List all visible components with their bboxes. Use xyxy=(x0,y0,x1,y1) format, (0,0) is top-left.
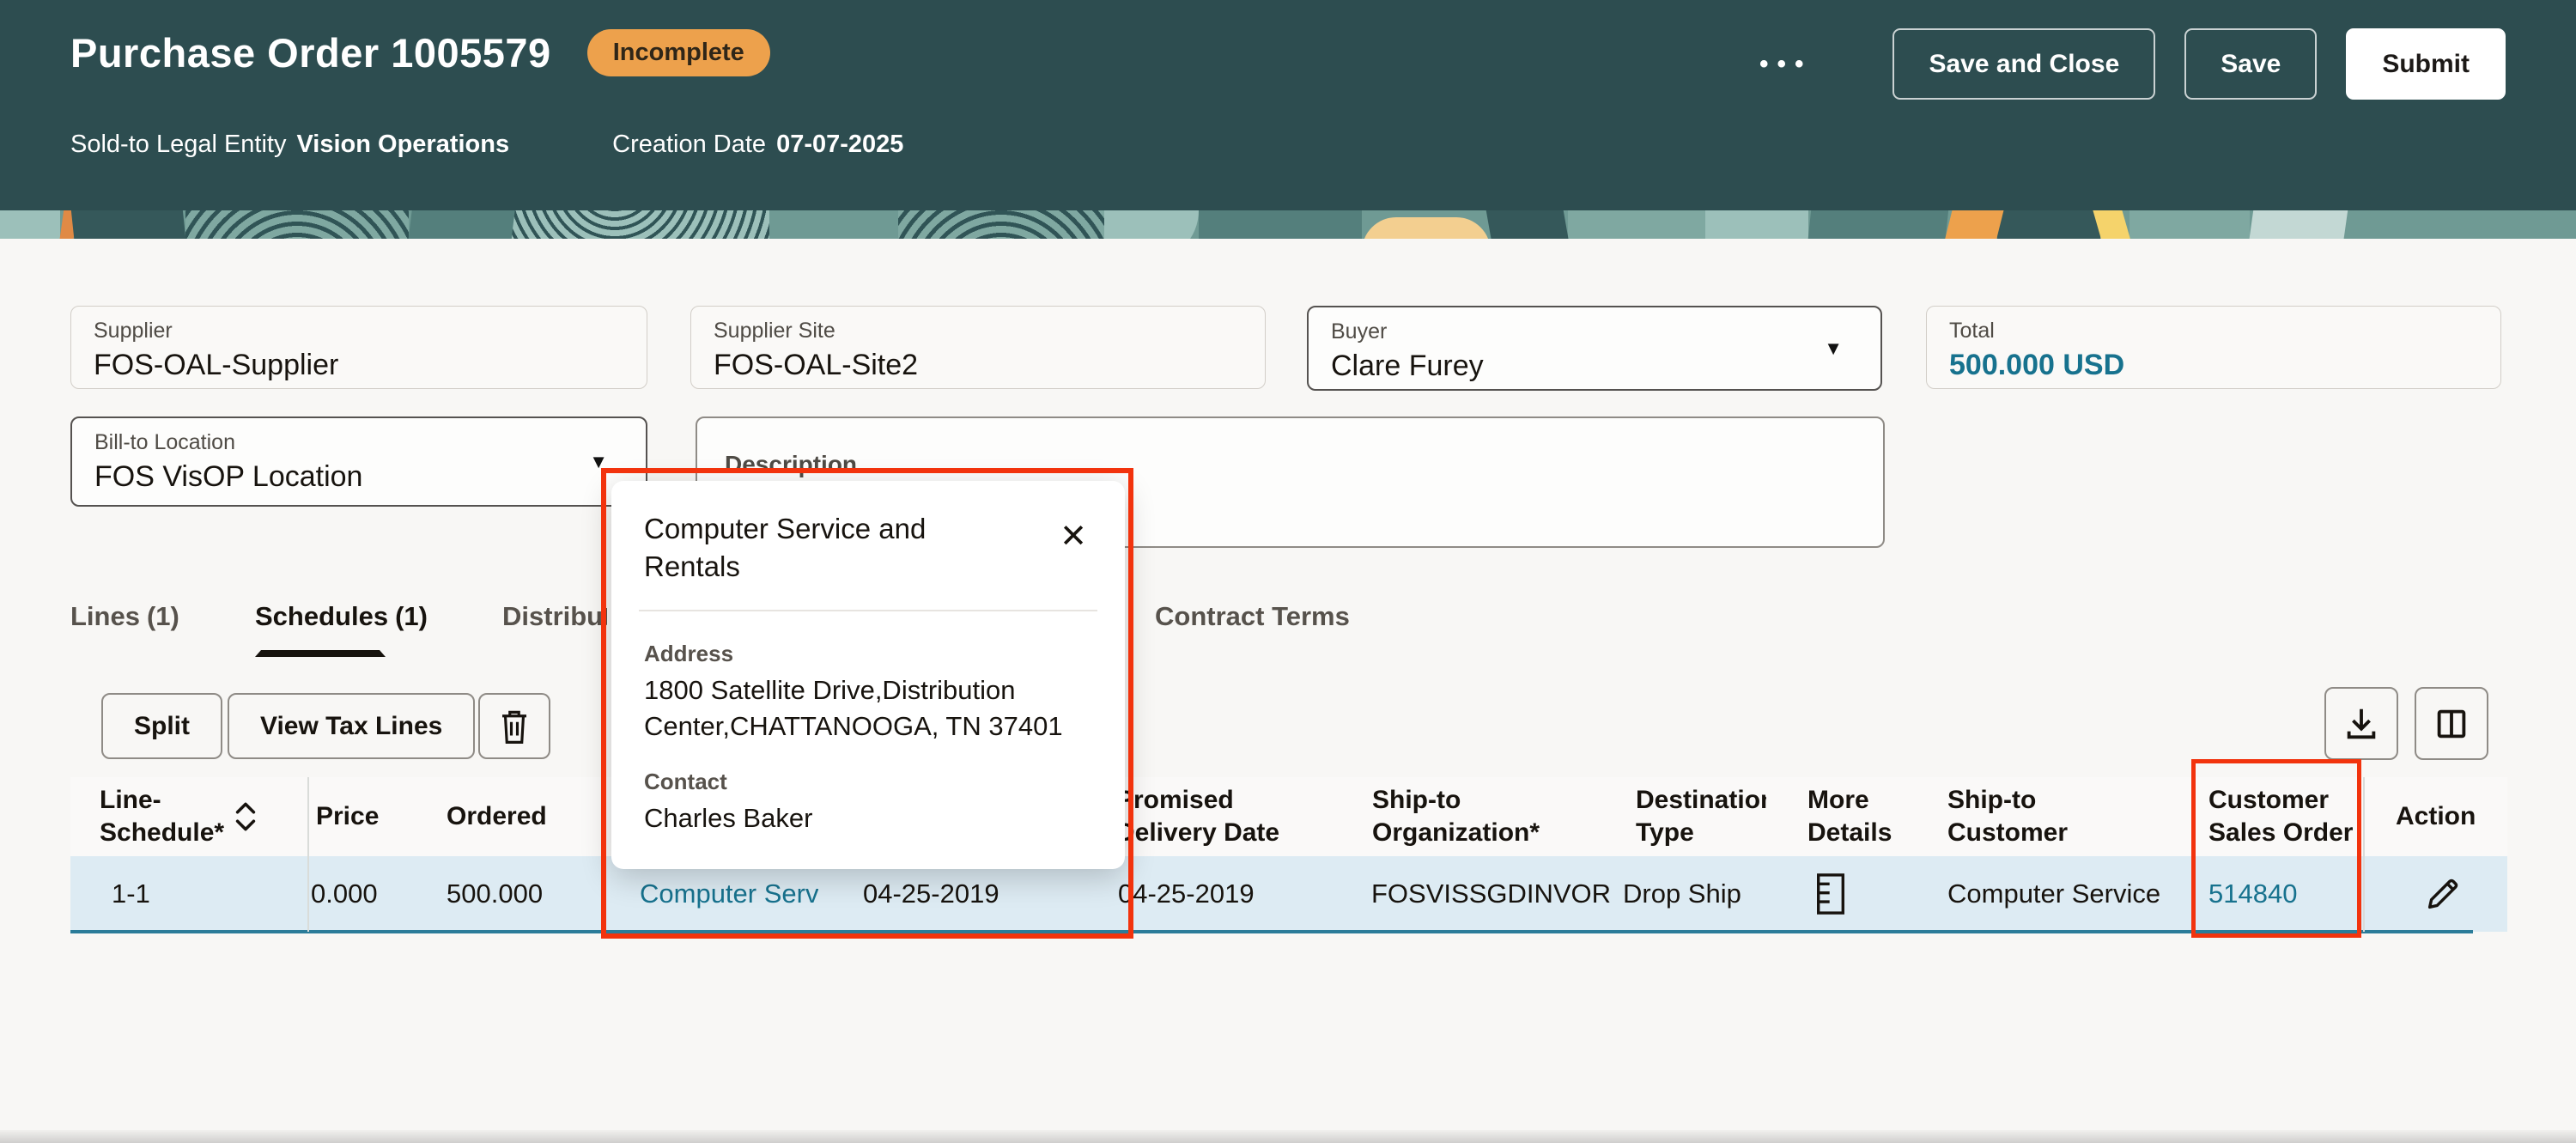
sort-icon[interactable] xyxy=(232,777,266,856)
item-details-popup: Computer Service and Rentals ✕ Address 1… xyxy=(611,481,1125,869)
cell-price: 0.000 xyxy=(311,856,405,932)
buyer-value: Clare Furey xyxy=(1331,350,1858,383)
save-and-close-button[interactable]: Save and Close xyxy=(1893,28,2155,100)
split-button[interactable]: Split xyxy=(101,693,222,759)
col-header-action[interactable]: Action xyxy=(2396,777,2499,856)
supplier-site-value: FOS-OAL-Site2 xyxy=(714,349,1242,382)
bill-to-caret-down-icon[interactable]: ▼ xyxy=(589,451,608,473)
columns-layout-button[interactable] xyxy=(2415,687,2488,760)
col-header-price[interactable]: Price xyxy=(316,777,410,856)
total-value: 500.000 USD xyxy=(1949,349,2478,382)
creation-date-label: Creation Date xyxy=(612,131,766,159)
trash-icon xyxy=(496,706,532,747)
col-header-ship-to-organization[interactable]: Ship-to Organization* xyxy=(1372,777,1589,856)
cell-customer-sales-order-link[interactable]: 514840 xyxy=(2208,856,2297,932)
delete-button[interactable] xyxy=(478,693,550,759)
status-badge: Incomplete xyxy=(587,29,770,76)
creation-date-value: 07-07-2025 xyxy=(776,131,903,159)
cell-action[interactable] xyxy=(2423,856,2463,932)
active-tab-indicator xyxy=(255,650,386,657)
buyer-caret-down-icon[interactable]: ▼ xyxy=(1824,337,1843,360)
popup-contact-value: Charles Baker xyxy=(644,800,1092,836)
cell-line-schedule: 1-1 xyxy=(112,856,150,932)
popup-address-value: 1800 Satellite Drive,Distribution Center… xyxy=(644,672,1073,745)
download-button[interactable] xyxy=(2324,687,2398,760)
edit-pencil-icon xyxy=(2423,874,2463,914)
page-title: Purchase Order 1005579 xyxy=(70,29,551,76)
tab-lines[interactable]: Lines(1) xyxy=(70,601,179,632)
popup-address-label: Address xyxy=(644,641,1092,667)
tab-distributions[interactable]: Distributions xyxy=(502,601,607,632)
col-header-more-details[interactable]: More Details xyxy=(1807,777,1909,856)
col-header-ship-to-customer[interactable]: Ship-to Customer xyxy=(1947,777,2089,856)
popup-divider xyxy=(639,610,1097,611)
buyer-label: Buyer xyxy=(1331,319,1858,344)
supplier-value: FOS-OAL-Supplier xyxy=(94,349,624,382)
cell-more-details[interactable] xyxy=(1814,856,1848,932)
tab-contract-terms[interactable]: Contract Terms xyxy=(1155,601,1350,632)
cell-ship-to-customer: Computer Service xyxy=(1947,856,2160,932)
save-button[interactable]: Save xyxy=(2184,28,2317,100)
decorative-banner xyxy=(0,210,2576,239)
col-header-promised-delivery[interactable]: Promised Delivery Date xyxy=(1116,777,1315,856)
submit-button[interactable]: Submit xyxy=(2346,28,2506,100)
cell-ship-to-organization: FOSVISSGDINVOR xyxy=(1371,856,1616,932)
cell-promised-delivery: 04-25-2019 xyxy=(1118,856,1255,932)
cell-destination-type: Drop Ship xyxy=(1623,856,1741,932)
supplier-label: Supplier xyxy=(94,319,624,344)
col-header-ordered[interactable]: Ordered xyxy=(447,777,575,856)
col-header-customer-sales-order[interactable]: Customer Sales Order xyxy=(2208,777,2396,856)
popup-title: Computer Service and Rentals xyxy=(644,510,1013,586)
supplier-field[interactable]: Supplier FOS-OAL-Supplier xyxy=(70,306,647,389)
sold-to-label: Sold-to Legal Entity xyxy=(70,131,286,159)
total-field: Total 500.000 USD xyxy=(1926,306,2501,389)
popup-contact-label: Contact xyxy=(644,769,1092,795)
col-header-destination-type[interactable]: Destination Type xyxy=(1636,777,1766,856)
page-header: Purchase Order 1005579 Incomplete Sold-t… xyxy=(0,0,2576,210)
cell-ordered: 500.000 xyxy=(447,856,543,932)
col-header-line-schedule[interactable]: Line-Schedule* xyxy=(100,777,230,856)
total-label: Total xyxy=(1949,319,2478,344)
supplier-site-label: Supplier Site xyxy=(714,319,1242,344)
bottom-edge xyxy=(0,1130,2576,1143)
description-label: Description xyxy=(725,451,1856,478)
download-icon xyxy=(2342,704,2381,744)
sold-to-value: Vision Operations xyxy=(296,131,509,159)
close-icon[interactable]: ✕ xyxy=(1060,520,1087,553)
tab-schedules[interactable]: Schedules(1) xyxy=(255,601,428,632)
columns-icon xyxy=(2432,704,2471,744)
buyer-field[interactable]: Buyer Clare Furey ▼ xyxy=(1307,306,1882,391)
bill-to-location-value: FOS VisOP Location xyxy=(94,460,623,494)
supplier-site-field[interactable]: Supplier Site FOS-OAL-Site2 xyxy=(690,306,1266,389)
view-tax-lines-button[interactable]: View Tax Lines xyxy=(228,693,475,759)
bill-to-location-label: Bill-to Location xyxy=(94,430,623,455)
more-actions-icon[interactable]: ••• xyxy=(1759,50,1813,79)
bill-to-location-field[interactable]: Bill-to Location FOS VisOP Location ▼ xyxy=(70,416,647,507)
more-details-icon xyxy=(1814,872,1848,916)
column-separator xyxy=(307,777,309,932)
